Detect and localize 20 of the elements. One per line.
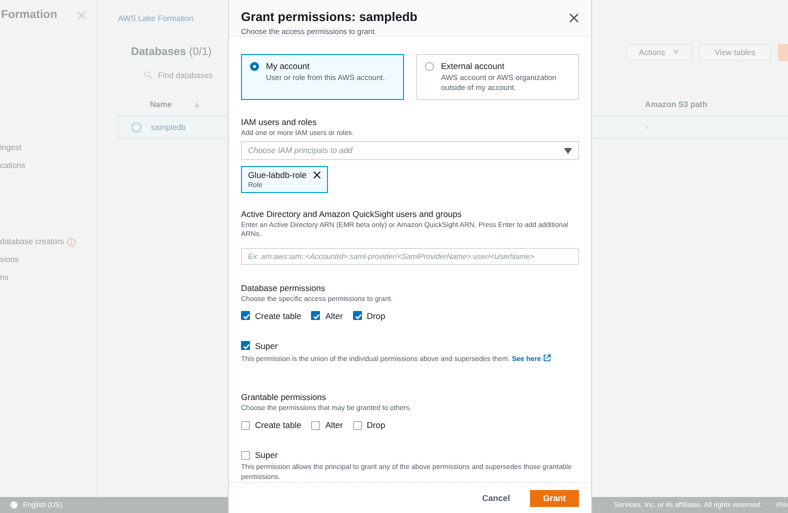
checkbox-label: Alter (325, 310, 343, 321)
checkbox-label: Alter (325, 420, 343, 430)
dialog-title: Grant permissions: sampledb (241, 10, 418, 24)
checkbox-label: Super (255, 340, 278, 351)
checkbox-label: Create table (255, 420, 302, 430)
sidebar-title: Formation (1, 9, 58, 21)
checkbox-label: Super (255, 450, 278, 460)
field-label: IAM users and roles (241, 117, 318, 128)
field-label: Grantable permissions (241, 392, 328, 402)
option-label: External account (441, 61, 506, 72)
checkbox-label: Drop (366, 420, 386, 430)
token-name: Glue-labdb-role (248, 170, 307, 180)
table-cell: sampledb (151, 122, 186, 132)
panel-title: Databases (0/1) (131, 46, 212, 58)
field-label: Active Directory and Amazon QuickSight users and groups (241, 209, 463, 220)
checkbox-label: Create table (255, 310, 302, 321)
option-label: My account (266, 61, 310, 72)
checkbox-label: Drop (366, 310, 386, 321)
table-cell-text: - (646, 122, 650, 132)
field-label: Database permissions (241, 282, 326, 292)
